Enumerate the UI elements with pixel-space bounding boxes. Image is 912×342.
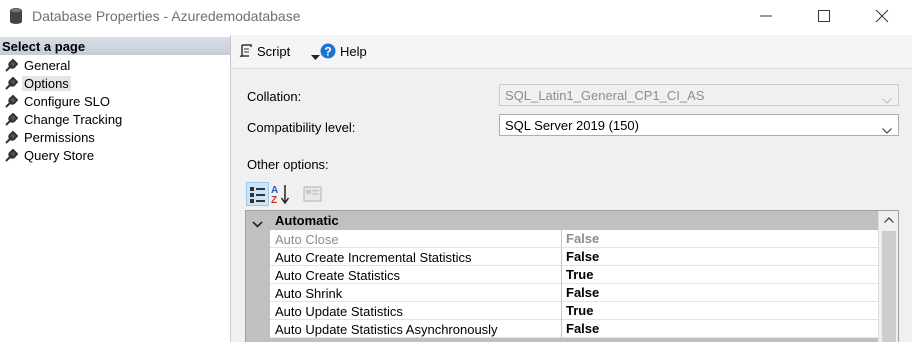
compatibility-level-label: Compatibility level: <box>247 120 356 135</box>
property-row[interactable]: Auto Update Statistics Asynchronously Fa… <box>270 320 878 338</box>
grid-bottom-edge <box>270 338 878 342</box>
dropdown-caret-icon[interactable] <box>311 49 320 64</box>
scroll-thumb[interactable] <box>882 231 896 342</box>
options-pane: Script ? Help Collation: SQL_Latin1_Gene… <box>231 35 912 342</box>
grid-toolbar: A Z <box>246 182 326 206</box>
close-icon <box>875 9 889 23</box>
property-value: False <box>566 231 600 246</box>
vertical-scrollbar[interactable] <box>878 211 898 342</box>
property-name: Auto Create Incremental Statistics <box>275 250 472 265</box>
database-icon <box>9 7 23 25</box>
svg-text:Z: Z <box>271 195 277 206</box>
property-value[interactable]: True <box>566 267 593 282</box>
maximize-icon <box>818 10 830 22</box>
wrench-icon <box>5 94 19 108</box>
page-item-permissions[interactable]: Permissions <box>0 129 230 147</box>
page-item-query-store[interactable]: Query Store <box>0 147 230 165</box>
column-divider <box>561 284 562 302</box>
column-divider <box>561 302 562 320</box>
page-item-change-tracking[interactable]: Change Tracking <box>0 111 230 129</box>
property-value[interactable]: False <box>566 321 599 336</box>
collation-label: Collation: <box>247 89 302 104</box>
property-pages-icon <box>303 186 322 202</box>
wrench-icon <box>5 112 19 126</box>
category-label: Automatic <box>275 213 339 228</box>
category-row[interactable]: Automatic <box>246 211 878 230</box>
scroll-up-button[interactable] <box>879 211 899 229</box>
column-divider <box>561 266 562 284</box>
page-item-label: Options <box>22 76 71 91</box>
chevron-down-icon <box>882 122 892 137</box>
categorized-button[interactable] <box>246 182 269 206</box>
page-item-general[interactable]: General <box>0 57 230 75</box>
wrench-icon <box>5 76 19 90</box>
svg-text:?: ? <box>324 45 331 59</box>
script-button[interactable]: Script <box>239 43 320 64</box>
page-item-label: Change Tracking <box>24 112 123 127</box>
help-button[interactable]: ? Help <box>320 43 380 61</box>
alphabetical-button[interactable]: A Z <box>269 182 292 206</box>
property-value[interactable]: False <box>566 285 599 300</box>
property-grid: Automatic Auto Close False Auto Create I… <box>245 210 899 342</box>
property-row[interactable]: Auto Create Incremental Statistics False <box>270 248 878 266</box>
property-name: Auto Shrink <box>275 286 343 301</box>
page-item-label: Permissions <box>24 130 95 145</box>
page-item-label: General <box>24 58 71 73</box>
property-row[interactable]: Auto Close False <box>270 230 878 248</box>
collation-select[interactable]: SQL_Latin1_General_CP1_CI_AS <box>499 84 899 106</box>
close-button[interactable] <box>859 0 905 32</box>
alphabetical-icon: A Z <box>271 185 290 206</box>
property-name: Auto Close <box>275 232 339 247</box>
help-icon: ? <box>320 43 336 62</box>
column-divider <box>561 248 562 266</box>
property-value[interactable]: True <box>566 303 593 318</box>
property-value[interactable]: False <box>566 249 599 264</box>
maximize-button[interactable] <box>801 0 847 32</box>
collapse-icon[interactable] <box>252 216 263 231</box>
compatibility-level-select[interactable]: SQL Server 2019 (150) <box>499 114 899 136</box>
page-item-options[interactable]: Options <box>0 75 230 93</box>
title-bar: Database Properties - Azuredemodatabase <box>0 0 912 32</box>
property-name: Auto Update Statistics <box>275 304 403 319</box>
compatibility-level-value: SQL Server 2019 (150) <box>505 118 639 133</box>
page-item-label: Configure SLO <box>24 94 110 109</box>
wrench-icon <box>5 58 19 72</box>
property-name: Auto Update Statistics Asynchronously <box>275 322 498 337</box>
toolbar: Script ? Help <box>231 35 912 69</box>
window-title: Database Properties - Azuredemodatabase <box>32 8 301 24</box>
page-item-label: Query Store <box>24 148 95 163</box>
minimize-icon <box>760 15 772 17</box>
wrench-icon <box>5 130 19 144</box>
column-divider <box>561 320 562 338</box>
property-row[interactable]: Auto Shrink False <box>270 284 878 302</box>
property-pages-button[interactable] <box>301 182 324 206</box>
property-row[interactable]: Auto Create Statistics True <box>270 266 878 284</box>
minimize-button[interactable] <box>743 0 789 32</box>
collation-value: SQL_Latin1_General_CP1_CI_AS <box>505 88 705 103</box>
other-options-label: Other options: <box>247 157 329 172</box>
property-name: Auto Create Statistics <box>275 268 400 283</box>
page-selector-pane: Select a page General Options Configure … <box>0 35 231 342</box>
column-divider <box>561 230 562 248</box>
wrench-icon <box>5 148 19 162</box>
script-label: Script <box>257 44 291 59</box>
script-icon <box>239 44 253 62</box>
categorized-icon <box>250 187 265 203</box>
select-page-header: Select a page <box>0 37 230 55</box>
help-label: Help <box>340 44 367 59</box>
scroll-up-icon <box>884 217 894 223</box>
page-item-configure-slo[interactable]: Configure SLO <box>0 93 230 111</box>
property-row[interactable]: Auto Update Statistics True <box>270 302 878 320</box>
chevron-down-icon <box>882 92 892 107</box>
